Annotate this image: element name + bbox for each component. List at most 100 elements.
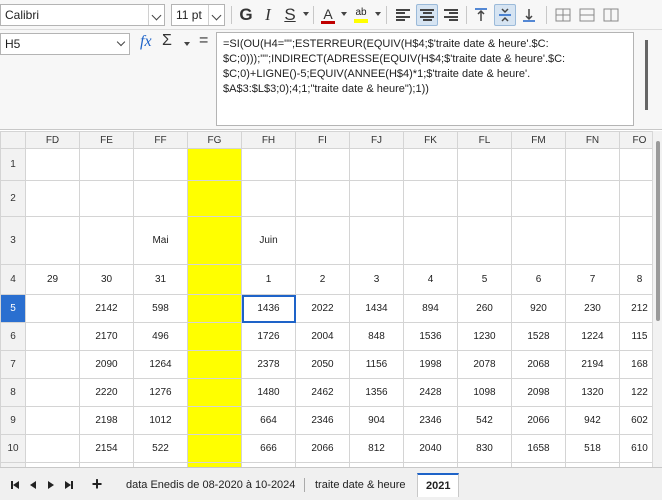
name-box[interactable]: H5 [0, 33, 130, 55]
grid-cell[interactable]: 2040 [403, 434, 458, 463]
align-center-button[interactable] [416, 4, 438, 26]
row-header[interactable]: 1 [0, 148, 26, 181]
previous-sheet-button[interactable] [26, 478, 40, 492]
grid-cell[interactable] [187, 378, 242, 407]
grid-cell[interactable] [79, 180, 134, 217]
grid-cell[interactable]: 31 [133, 264, 188, 295]
grid-cell[interactable]: 664 [241, 406, 296, 435]
grid-cell[interactable] [187, 180, 242, 217]
grid-cell[interactable]: 260 [457, 294, 512, 323]
chevron-down-icon[interactable] [208, 5, 224, 25]
grid-cell[interactable]: 1156 [349, 350, 404, 379]
grid-cell[interactable]: 2346 [403, 406, 458, 435]
grid-cell[interactable]: 812 [349, 434, 404, 463]
column-header[interactable]: FE [79, 131, 134, 149]
row-header[interactable]: 2 [0, 180, 26, 217]
grid-cell[interactable]: 2378 [241, 350, 296, 379]
grid-cell[interactable] [241, 148, 296, 181]
grid-cell[interactable]: 2198 [79, 406, 134, 435]
formula-input[interactable]: =SI(OU(H4="";ESTERREUR(EQUIV(H$4;$'trait… [216, 32, 634, 126]
column-header[interactable]: FL [457, 131, 512, 149]
merge-cells-button[interactable] [552, 4, 574, 26]
grid-cell[interactable]: 1536 [403, 322, 458, 351]
chevron-down-icon[interactable] [375, 12, 381, 16]
grid-cell[interactable]: 1480 [241, 378, 296, 407]
sum-icon[interactable]: Σ [162, 32, 172, 50]
grid-cell[interactable]: 2154 [79, 434, 134, 463]
align-bottom-button[interactable] [518, 4, 540, 26]
grid-cell[interactable]: 1230 [457, 322, 512, 351]
spreadsheet-grid[interactable]: FD FE FF FG FH FI FJ FK FL FM FN FO 1 2 3 Mai Juin 4 29 30… [0, 131, 662, 467]
grid-cell[interactable] [295, 216, 350, 265]
tab-data-enedis[interactable]: data Enedis de 08-2020 à 10-2024 [118, 473, 303, 497]
grid-scroll-thumb[interactable] [656, 141, 660, 321]
grid-cell[interactable] [511, 216, 566, 265]
grid-cell[interactable]: 2170 [79, 322, 134, 351]
grid-cell[interactable] [187, 322, 242, 351]
grid-cell[interactable]: 2066 [511, 406, 566, 435]
grid-cell[interactable]: 1356 [349, 378, 404, 407]
row-header[interactable]: 9 [0, 406, 26, 435]
bold-button[interactable]: G [236, 4, 256, 26]
column-header[interactable]: FD [25, 131, 80, 149]
first-sheet-button[interactable] [8, 478, 22, 492]
function-wizard-icon[interactable]: fx [140, 33, 152, 51]
grid-cell[interactable]: 1264 [133, 350, 188, 379]
grid-cell[interactable] [25, 406, 80, 435]
grid-cell[interactable] [565, 216, 620, 265]
grid-cell[interactable]: 2050 [295, 350, 350, 379]
grid-cell[interactable]: 920 [511, 294, 566, 323]
grid-cell[interactable]: 2142 [79, 294, 134, 323]
grid-cell[interactable] [25, 216, 80, 265]
grid-cell[interactable]: 1276 [133, 378, 188, 407]
grid-cell[interactable]: 2066 [295, 434, 350, 463]
row-header[interactable]: 8 [0, 378, 26, 407]
italic-button[interactable]: I [258, 4, 278, 26]
column-header[interactable]: FI [295, 131, 350, 149]
column-header[interactable]: FH [241, 131, 296, 149]
row-header[interactable]: 7 [0, 350, 26, 379]
grid-cell[interactable]: 2098 [511, 378, 566, 407]
column-header[interactable]: FG [187, 131, 242, 149]
grid-cell[interactable] [349, 180, 404, 217]
merge-center-button[interactable] [576, 4, 598, 26]
grid-cell[interactable]: 942 [565, 406, 620, 435]
select-all-corner[interactable] [0, 131, 26, 149]
grid-cell[interactable] [241, 180, 296, 217]
grid-cell[interactable]: 5 [457, 264, 512, 295]
grid-cell[interactable] [187, 294, 242, 323]
grid-cell[interactable]: 1726 [241, 322, 296, 351]
grid-cell[interactable] [511, 180, 566, 217]
grid-vertical-scrollbar[interactable] [652, 131, 662, 467]
grid-cell[interactable] [25, 148, 80, 181]
grid-cell[interactable]: 2068 [511, 350, 566, 379]
grid-cell[interactable]: 6 [511, 264, 566, 295]
grid-cell[interactable] [187, 148, 242, 181]
grid-cell[interactable]: 1098 [457, 378, 512, 407]
grid-cell[interactable]: 904 [349, 406, 404, 435]
tab-2021[interactable]: 2021 [417, 473, 460, 497]
grid-cell[interactable]: 29 [25, 264, 80, 295]
grid-cell[interactable] [349, 148, 404, 181]
grid-cell[interactable]: 230 [565, 294, 620, 323]
grid-cell[interactable] [295, 180, 350, 217]
grid-cell[interactable] [25, 294, 80, 323]
grid-cell[interactable] [403, 148, 458, 181]
grid-cell[interactable] [511, 148, 566, 181]
grid-cell[interactable]: 830 [457, 434, 512, 463]
formula-scroll-thumb[interactable] [645, 40, 648, 110]
grid-cell[interactable]: 1434 [349, 294, 404, 323]
grid-cell[interactable] [187, 406, 242, 435]
grid-cell[interactable] [457, 148, 512, 181]
align-middle-button[interactable] [494, 4, 516, 26]
column-header[interactable]: FM [511, 131, 566, 149]
formula-scrollbar[interactable] [636, 32, 660, 126]
grid-cell[interactable]: 1528 [511, 322, 566, 351]
grid-cell[interactable] [349, 216, 404, 265]
font-color-button[interactable]: A [318, 4, 338, 26]
next-sheet-button[interactable] [44, 478, 58, 492]
grid-cell[interactable] [25, 180, 80, 217]
grid-cell[interactable]: 2428 [403, 378, 458, 407]
row-header[interactable]: 6 [0, 322, 26, 351]
grid-cell[interactable]: 1 [241, 264, 296, 295]
